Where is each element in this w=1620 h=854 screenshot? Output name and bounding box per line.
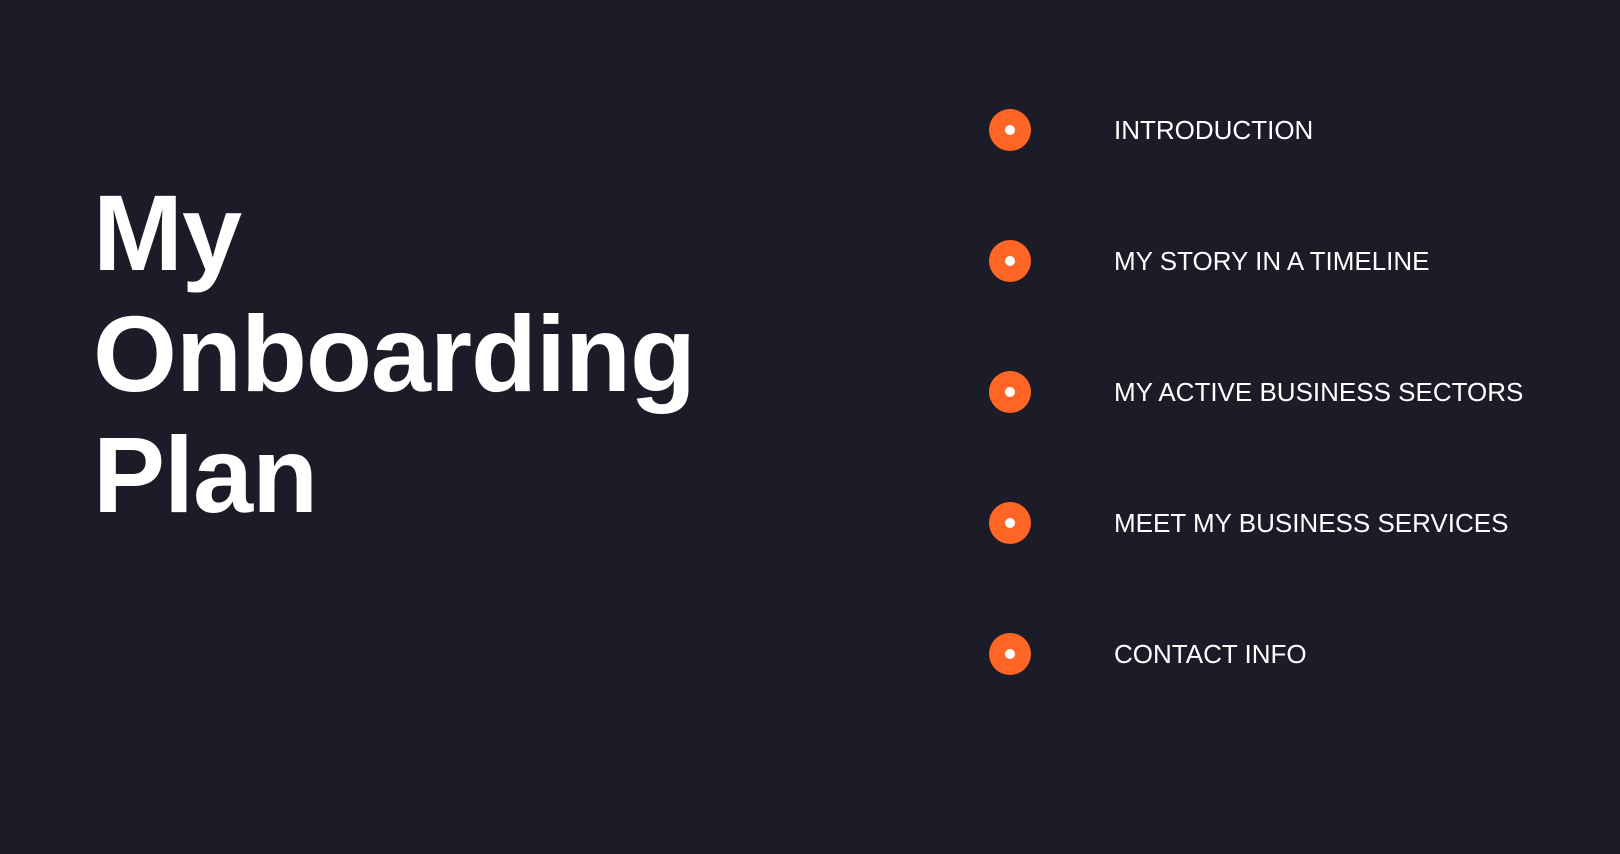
bullet-center bbox=[1005, 649, 1015, 659]
agenda-item-label: CONTACT INFO bbox=[1114, 639, 1307, 669]
bullet-center bbox=[1005, 256, 1015, 266]
title-line: Plan bbox=[93, 414, 318, 535]
agenda-item-introduction[interactable]: INTRODUCTION bbox=[989, 109, 1589, 151]
agenda-item-label: MEET MY BUSINESS SERVICES bbox=[1114, 508, 1509, 538]
agenda-item-contact-info[interactable]: CONTACT INFO bbox=[989, 633, 1589, 675]
title-line: Onboarding bbox=[93, 293, 696, 414]
agenda-item-label: MY STORY IN A TIMELINE bbox=[1114, 246, 1430, 276]
bullet-center bbox=[1005, 387, 1015, 397]
bullet-dot-icon bbox=[989, 371, 1031, 413]
agenda-item-label: INTRODUCTION bbox=[1114, 115, 1314, 145]
bullet-dot-icon bbox=[989, 240, 1031, 282]
agenda-list: INTRODUCTION MY STORY IN A TIMELINE MY A… bbox=[989, 0, 1589, 854]
agenda-item-label: MY ACTIVE BUSINESS SECTORS bbox=[1114, 377, 1524, 407]
title-line: My bbox=[93, 172, 242, 293]
bullet-center bbox=[1005, 125, 1015, 135]
agenda-item-business-sectors[interactable]: MY ACTIVE BUSINESS SECTORS bbox=[989, 371, 1589, 413]
bullet-dot-icon bbox=[989, 502, 1031, 544]
agenda-item-story-timeline[interactable]: MY STORY IN A TIMELINE bbox=[989, 240, 1589, 282]
bullet-dot-icon bbox=[989, 633, 1031, 675]
page-title: My Onboarding Plan bbox=[93, 172, 696, 535]
agenda-item-business-services[interactable]: MEET MY BUSINESS SERVICES bbox=[989, 502, 1589, 544]
bullet-center bbox=[1005, 518, 1015, 528]
slide: My Onboarding Plan INTRODUCTION MY STORY… bbox=[0, 0, 1620, 854]
bullet-dot-icon bbox=[989, 109, 1031, 151]
